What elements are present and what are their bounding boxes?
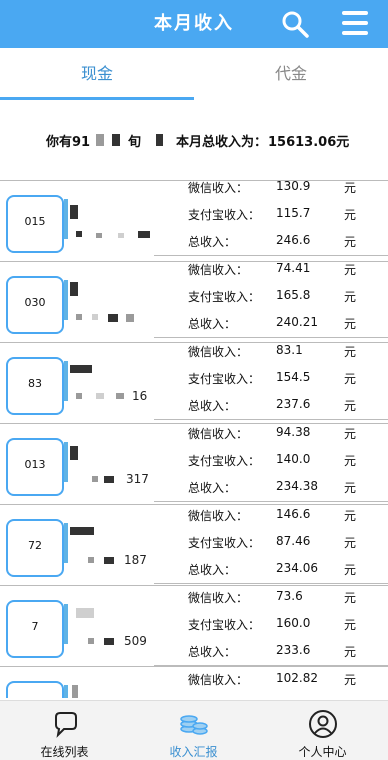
page-title: 本月收入	[154, 13, 234, 34]
device-code: 030	[24, 296, 46, 309]
nav-income-report[interactable]: 收入汇报	[129, 701, 258, 760]
coins-icon	[180, 715, 208, 735]
app-header: 本月收入	[0, 0, 388, 48]
tab-cash[interactable]: 现金	[0, 48, 194, 100]
nav-online-list[interactable]: 在线列表	[0, 701, 129, 760]
chat-bubble-icon	[55, 712, 77, 738]
tab-voucher[interactable]: 代金	[194, 48, 388, 100]
device-card: 83	[6, 357, 64, 415]
user-icon	[309, 710, 337, 738]
device-code: 013	[24, 458, 46, 471]
device-code: 83	[28, 377, 42, 390]
device-id-tail: 16	[132, 389, 148, 403]
nav-label: 个人中心	[298, 745, 347, 759]
device-card: 030	[6, 276, 64, 334]
summary-prefix: 你有91	[46, 135, 91, 150]
total-income-value: 15613.06元	[268, 135, 350, 150]
device-id-tail: 317	[126, 472, 149, 486]
device-code: 7	[31, 620, 39, 633]
total-income-label: 本月总收入为：	[176, 135, 268, 150]
nav-profile[interactable]: 个人中心	[258, 701, 387, 760]
search-icon[interactable]	[280, 9, 310, 39]
nav-label: 收入汇报	[169, 745, 218, 759]
monthly-summary: 你有91 旬 本月总收入为： 15613.06元	[0, 128, 388, 154]
device-id-tail: 509	[124, 634, 147, 648]
device-card: 7	[6, 600, 64, 658]
income-list: 015 030 83 16 013 317 72 187 7 509 微信收入：…	[0, 158, 388, 698]
device-id-tail: 187	[124, 553, 147, 567]
summary-mid: 旬	[128, 135, 142, 150]
device-code: 72	[28, 539, 42, 552]
menu-icon[interactable]	[342, 11, 368, 35]
device-card: 72	[6, 519, 64, 577]
device-code: 015	[24, 215, 46, 228]
bottom-nav: 在线列表 收入汇报 个人中心	[0, 700, 388, 760]
tab-bar: 现金 代金	[0, 48, 388, 100]
nav-label: 在线列表	[40, 745, 89, 759]
device-card: 015	[6, 195, 64, 253]
device-card	[6, 681, 64, 698]
device-card: 013	[6, 438, 64, 496]
active-tab-indicator	[0, 97, 194, 100]
